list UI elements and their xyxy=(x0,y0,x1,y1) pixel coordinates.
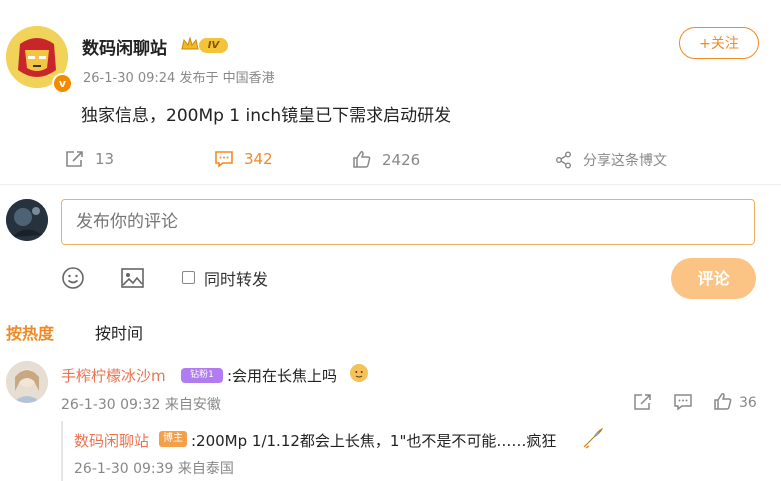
tab-sort-hot[interactable]: 按热度 xyxy=(6,320,54,344)
reply-meta: 26-1-30 09:39 来自泰国 xyxy=(74,461,234,477)
crown-icon xyxy=(181,36,199,56)
share-icon xyxy=(555,151,573,169)
submit-comment-button[interactable]: 评论 xyxy=(671,258,756,299)
reply-author-name[interactable]: 数码闲聊站 xyxy=(74,430,149,451)
comment-like-icon[interactable] xyxy=(713,392,733,415)
author-name[interactable]: 数码闲聊站 xyxy=(82,34,167,59)
my-avatar[interactable] xyxy=(6,199,48,241)
repost-button[interactable]: 13 xyxy=(65,150,114,168)
share-label: 分享这条博文 xyxy=(583,153,667,169)
post-time[interactable]: 26-1-30 09:24 xyxy=(83,71,175,86)
comment-meta: 26-1-30 09:32 来自安徽 xyxy=(61,397,221,413)
comment-reply-icon[interactable] xyxy=(673,393,693,415)
doge-emoji-icon xyxy=(350,364,368,382)
comment-icon xyxy=(214,150,234,168)
repost-icon xyxy=(65,150,85,168)
post-text: 独家信息，200Mp 1 inch镜皇已下需求启动研发 xyxy=(81,106,452,126)
level-badge: IV xyxy=(199,38,228,53)
tab-sort-time[interactable]: 按时间 xyxy=(95,320,143,344)
reply-text: :200Mp 1/1.12都会上长焦，1"也不是不可能……疯狂 xyxy=(191,432,557,450)
commenter-name[interactable]: 手榨柠檬冰沙m xyxy=(61,365,166,386)
author-badge: 博主 xyxy=(159,431,187,447)
share-button[interactable]: 分享这条博文 xyxy=(555,150,667,170)
post-location: 发布于 中国香港 xyxy=(179,71,275,86)
verified-icon: v xyxy=(52,73,73,94)
image-icon[interactable] xyxy=(120,266,145,294)
repost-checkbox[interactable] xyxy=(182,271,195,284)
emoji-icon[interactable] xyxy=(61,266,85,294)
comment-button[interactable]: 342 xyxy=(214,150,273,168)
post-meta: 26-1-30 09:24 发布于 中国香港 xyxy=(83,67,275,86)
comment-count: 342 xyxy=(244,150,273,168)
follow-button[interactable]: +关注 xyxy=(679,27,759,59)
comment-text: :会用在长焦上吗 xyxy=(227,367,338,385)
like-button[interactable]: 2426 xyxy=(352,150,420,169)
repost-checkbox-label[interactable]: 同时转发 xyxy=(204,266,268,290)
divider xyxy=(0,184,781,185)
like-count: 2426 xyxy=(382,150,421,169)
comment-repost-icon[interactable] xyxy=(633,393,653,415)
rocket-emoji-icon xyxy=(582,427,604,453)
fan-badge: 钻粉1 xyxy=(181,368,223,383)
commenter-avatar[interactable] xyxy=(6,361,48,403)
repost-count: 13 xyxy=(95,150,115,168)
comment-like-count: 36 xyxy=(739,395,757,411)
comment-input[interactable] xyxy=(61,199,755,245)
thumbs-up-icon xyxy=(352,150,372,169)
